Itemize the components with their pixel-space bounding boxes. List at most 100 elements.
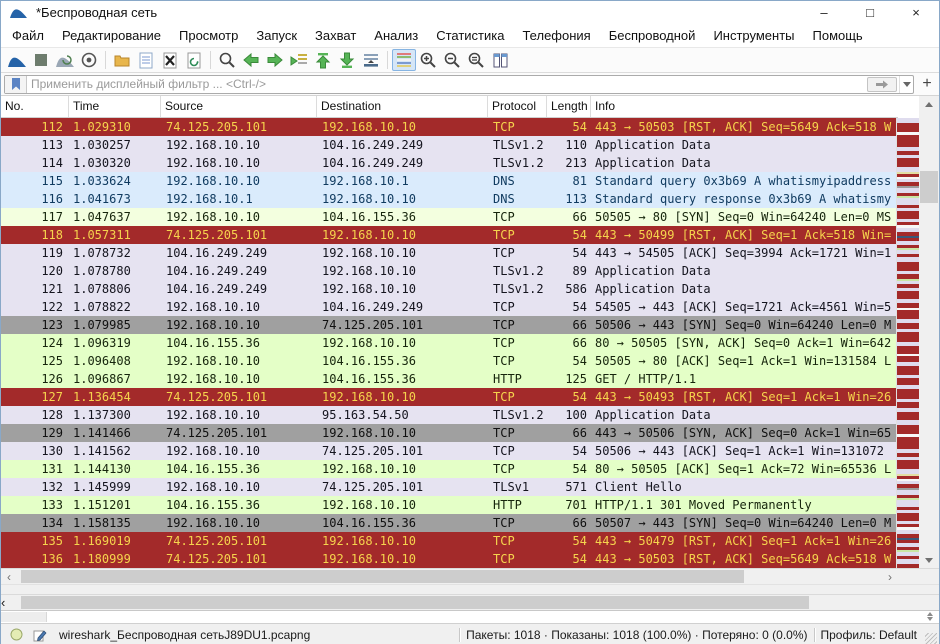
- zoom-normal-icon[interactable]: [464, 49, 488, 71]
- menu-item[interactable]: Просмотр: [170, 25, 247, 46]
- packet-row[interactable]: 1181.05731174.125.205.101192.168.10.10TC…: [1, 226, 898, 244]
- close-button[interactable]: ×: [893, 1, 939, 23]
- capture-comment-icon[interactable]: [31, 627, 49, 643]
- packet-cell-protocol: TCP: [488, 208, 547, 226]
- menu-item[interactable]: Статистика: [427, 25, 513, 46]
- menu-item[interactable]: Телефония: [513, 25, 599, 46]
- packet-row[interactable]: 1301.141562192.168.10.1074.125.205.101TC…: [1, 442, 898, 460]
- packet-row[interactable]: 1341.158135192.168.10.10104.16.155.36TCP…: [1, 514, 898, 532]
- reload-file-icon[interactable]: [182, 49, 206, 71]
- intelligent-scrollbar-minimap[interactable]: [896, 118, 919, 568]
- display-filter-input[interactable]: [27, 77, 867, 92]
- column-header[interactable]: Info: [591, 96, 898, 117]
- capture-options-icon[interactable]: [77, 49, 101, 71]
- packet-row[interactable]: 1201.078780104.16.249.249192.168.10.10TL…: [1, 262, 898, 280]
- save-file-icon[interactable]: [134, 49, 158, 71]
- horizontal-scrollbar-1[interactable]: ‹ ›: [1, 569, 898, 584]
- auto-scroll-icon[interactable]: [359, 49, 383, 71]
- go-forward-icon[interactable]: [263, 49, 287, 71]
- column-header[interactable]: No.: [1, 96, 69, 117]
- packet-row[interactable]: 1231.079985192.168.10.1074.125.205.101TC…: [1, 316, 898, 334]
- profile-label[interactable]: Профиль: Default: [821, 628, 918, 642]
- packet-cell-length: 66: [547, 316, 591, 334]
- packet-row[interactable]: 1251.096408192.168.10.10104.16.155.36TCP…: [1, 352, 898, 370]
- resize-columns-icon[interactable]: [488, 49, 512, 71]
- stop-capture-icon[interactable]: [29, 49, 53, 71]
- column-header[interactable]: Source: [161, 96, 317, 117]
- packet-row[interactable]: 1261.096867192.168.10.10104.16.155.36HTT…: [1, 370, 898, 388]
- close-file-icon[interactable]: [158, 49, 182, 71]
- scroll-up-icon[interactable]: [919, 96, 939, 112]
- resize-grip[interactable]: [925, 633, 937, 644]
- packet-row[interactable]: 1221.078822192.168.10.10104.16.249.249TC…: [1, 298, 898, 316]
- menu-item[interactable]: Запуск: [247, 25, 306, 46]
- packet-cell-time: 1.057311: [69, 226, 161, 244]
- packet-row[interactable]: 1291.14146674.125.205.101192.168.10.10TC…: [1, 424, 898, 442]
- packet-cell-info: 54505 → 443 [ACK] Seq=1721 Ack=4561 Win=…: [591, 298, 898, 316]
- packet-cell-info: 443 → 50493 [RST, ACK] Seq=1 Ack=1 Win=2…: [591, 388, 898, 406]
- go-first-packet-icon[interactable]: [311, 49, 335, 71]
- scroll-down-icon[interactable]: [919, 552, 939, 568]
- zoom-out-icon[interactable]: [440, 49, 464, 71]
- packet-cell-source: 104.16.249.249: [161, 262, 317, 280]
- column-header[interactable]: Time: [69, 96, 161, 117]
- packet-row[interactable]: 1271.13645474.125.205.101192.168.10.10TC…: [1, 388, 898, 406]
- go-back-icon[interactable]: [239, 49, 263, 71]
- packet-row[interactable]: 1311.144130104.16.155.36192.168.10.10TCP…: [1, 460, 898, 478]
- packet-cell-source: 104.16.155.36: [161, 460, 317, 478]
- vertical-scrollbar-thumb[interactable]: [920, 171, 938, 203]
- packet-row[interactable]: 1361.18099974.125.205.101192.168.10.10TC…: [1, 550, 898, 568]
- restart-capture-icon[interactable]: [53, 49, 77, 71]
- scroll-left-icon[interactable]: ‹: [1, 569, 17, 584]
- menu-item[interactable]: Редактирование: [53, 25, 170, 46]
- packet-row[interactable]: 1331.151201104.16.155.36192.168.10.10HTT…: [1, 496, 898, 514]
- menu-item[interactable]: Захват: [306, 25, 365, 46]
- menu-item[interactable]: Инструменты: [704, 25, 803, 46]
- zoom-in-icon[interactable]: [416, 49, 440, 71]
- menu-item[interactable]: Файл: [3, 25, 53, 46]
- packet-row[interactable]: 1211.078806104.16.249.249192.168.10.10TL…: [1, 280, 898, 298]
- status-separator: [814, 628, 815, 642]
- packet-row[interactable]: 1191.078732104.16.249.249192.168.10.10TC…: [1, 244, 898, 262]
- packet-cell-time: 1.078732: [69, 244, 161, 262]
- packet-row[interactable]: 1131.030257192.168.10.10104.16.249.249TL…: [1, 136, 898, 154]
- colorize-packets-icon[interactable]: [392, 49, 416, 71]
- packet-cell-destination: 192.168.10.10: [317, 262, 488, 280]
- packet-row[interactable]: 1321.145999192.168.10.1074.125.205.101TL…: [1, 478, 898, 496]
- packet-cell-source: 192.168.10.10: [161, 514, 317, 532]
- packet-row[interactable]: 1161.041673192.168.10.1192.168.10.10DNS1…: [1, 190, 898, 208]
- vertical-scrollbar[interactable]: [919, 96, 939, 568]
- packet-row[interactable]: 1241.096319104.16.155.36192.168.10.10TCP…: [1, 334, 898, 352]
- scroll-right-icon[interactable]: ›: [882, 569, 898, 584]
- pane-scroll-arrows[interactable]: [927, 612, 933, 621]
- packet-row[interactable]: 1281.137300192.168.10.1095.163.54.50TLSv…: [1, 406, 898, 424]
- maximize-button[interactable]: □: [847, 1, 893, 23]
- pane-splitter[interactable]: [1, 584, 939, 594]
- packet-row[interactable]: 1151.033624192.168.10.10192.168.10.1DNS8…: [1, 172, 898, 190]
- find-packet-icon[interactable]: [215, 49, 239, 71]
- filter-bookmark-icon[interactable]: [5, 76, 27, 93]
- packet-row[interactable]: 1141.030320192.168.10.10104.16.249.249TL…: [1, 154, 898, 172]
- minimize-button[interactable]: –: [801, 1, 847, 23]
- start-capture-icon[interactable]: [5, 49, 29, 71]
- packet-cell-no: 123: [1, 316, 69, 334]
- menu-item[interactable]: Помощь: [804, 25, 872, 46]
- menu-item[interactable]: Анализ: [365, 25, 427, 46]
- menu-item[interactable]: Беспроводной: [600, 25, 705, 46]
- add-filter-button-icon[interactable]: +: [918, 75, 936, 94]
- go-last-packet-icon[interactable]: [335, 49, 359, 71]
- column-header[interactable]: Length: [547, 96, 591, 117]
- apply-filter-icon[interactable]: [867, 77, 897, 92]
- go-to-packet-icon[interactable]: [287, 49, 311, 71]
- packet-row[interactable]: 1171.047637192.168.10.10104.16.155.36TCP…: [1, 208, 898, 226]
- packet-row[interactable]: 1121.02931074.125.205.101192.168.10.10TC…: [1, 118, 898, 136]
- packet-row[interactable]: 1351.16901974.125.205.101192.168.10.10TC…: [1, 532, 898, 550]
- horizontal-scrollbar-2[interactable]: ‹ ›: [1, 594, 939, 610]
- hscroll1-thumb[interactable]: [21, 570, 744, 583]
- column-header[interactable]: Protocol: [488, 96, 547, 117]
- open-file-icon[interactable]: [110, 49, 134, 71]
- column-header[interactable]: Destination: [317, 96, 488, 117]
- hscroll2-thumb[interactable]: [21, 596, 809, 609]
- expert-info-icon[interactable]: [7, 627, 25, 643]
- filter-dropdown-icon[interactable]: [899, 76, 913, 93]
